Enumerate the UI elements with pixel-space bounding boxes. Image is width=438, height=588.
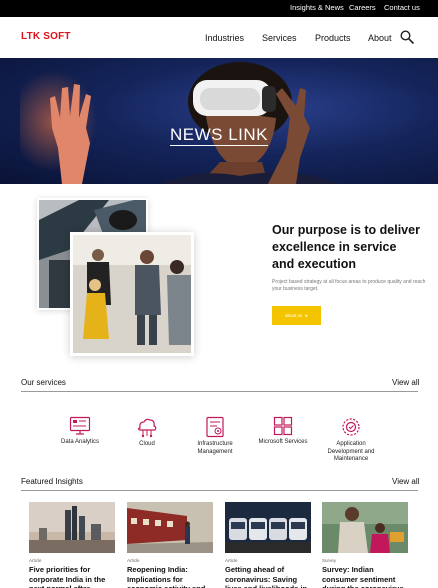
team-photo-front xyxy=(70,232,194,356)
insight-card-title: Reopening India: Implications for econom… xyxy=(127,565,205,588)
insight-card-type: Article xyxy=(225,558,238,563)
hero-vr-photo xyxy=(20,58,340,184)
nav-item-industries[interactable]: Industries xyxy=(205,33,244,43)
insight-card-image xyxy=(29,502,115,553)
insight-card[interactable]: Article Getting ahead of coronavirus: Sa… xyxy=(225,502,311,588)
purpose-title: Our purpose is to deliver excellence in … xyxy=(272,223,420,271)
hero-banner: NEWS LINK xyxy=(0,58,438,184)
insight-card[interactable]: Article Reopening India: Implications fo… xyxy=(127,502,213,588)
insight-card-image xyxy=(322,502,408,553)
family-shopping-image xyxy=(322,502,408,553)
top-utility-bar: Insights & News Careers Contact us xyxy=(0,0,438,17)
service-cloud[interactable]: Cloud xyxy=(117,416,177,449)
ambulances-image xyxy=(225,502,311,553)
site-logo[interactable]: LTK SOFT xyxy=(21,31,71,42)
services-view-all-link[interactable]: View all xyxy=(392,378,419,387)
service-microsoft[interactable]: Microsoft Services xyxy=(253,416,313,447)
topbar-link-contact[interactable]: Contact us xyxy=(384,3,420,12)
nav-item-products[interactable]: Products xyxy=(315,33,351,43)
insight-card[interactable]: Article Five priorities for corporate In… xyxy=(29,502,115,588)
insight-card-type: Article xyxy=(127,558,140,563)
about-us-button[interactable]: about us ▸ xyxy=(272,306,321,325)
service-label: Microsoft Services xyxy=(258,439,308,445)
insights-divider xyxy=(21,490,418,491)
insight-card[interactable]: Survey Survey: Indian consumer sentiment… xyxy=(322,502,408,588)
insight-card-title: Survey: Indian consumer sentiment during… xyxy=(322,565,404,588)
service-label: Cloud xyxy=(139,441,155,447)
arrow-right-icon: ▸ xyxy=(305,312,309,319)
insight-card-image xyxy=(225,502,311,553)
service-infrastructure-management[interactable]: Infrastructure Management xyxy=(185,416,245,456)
service-label: Infrastructure Management xyxy=(197,441,233,455)
insight-card-title: Getting ahead of coronavirus: Saving liv… xyxy=(225,565,307,588)
insights-view-all-link[interactable]: View all xyxy=(392,477,419,486)
insight-card-title: Five priorities for corporate India in t… xyxy=(29,565,106,588)
application-development-icon xyxy=(342,418,360,436)
services-divider xyxy=(21,391,418,392)
insights-heading: Featured Insights xyxy=(21,477,83,486)
about-us-button-label: about us xyxy=(284,312,303,318)
insight-card-type: Survey xyxy=(322,558,337,563)
topbar-link-careers[interactable]: Careers xyxy=(349,3,376,12)
service-application-development[interactable]: Application Development and Maintenance xyxy=(321,416,381,464)
service-label: Application Development and Maintenance xyxy=(327,441,375,462)
infrastructure-icon xyxy=(206,416,224,438)
city-skyline-image xyxy=(29,502,115,553)
search-icon[interactable] xyxy=(400,30,414,44)
purpose-description: Project based strategy at all focus area… xyxy=(272,279,426,292)
purpose-section: Our purpose is to deliver excellence in … xyxy=(0,184,438,366)
site-header: LTK SOFT Industries Services Products Ab… xyxy=(0,17,438,58)
team-photo-front-image xyxy=(73,235,191,353)
services-heading: Our services xyxy=(21,378,66,387)
hero-title: NEWS LINK xyxy=(169,125,269,146)
train-platform-image xyxy=(127,502,213,553)
service-data-analytics[interactable]: Data Analytics xyxy=(50,416,110,447)
nav-item-services[interactable]: Services xyxy=(262,33,297,43)
insight-card-image xyxy=(127,502,213,553)
topbar-link-insights-news[interactable]: Insights & News xyxy=(290,3,344,12)
microsoft-icon xyxy=(273,416,293,436)
service-label: Data Analytics xyxy=(60,439,100,445)
cloud-icon xyxy=(137,418,157,438)
nav-item-about[interactable]: About xyxy=(368,33,392,43)
insight-card-type: Article xyxy=(29,558,42,563)
data-analytics-icon xyxy=(69,416,91,435)
